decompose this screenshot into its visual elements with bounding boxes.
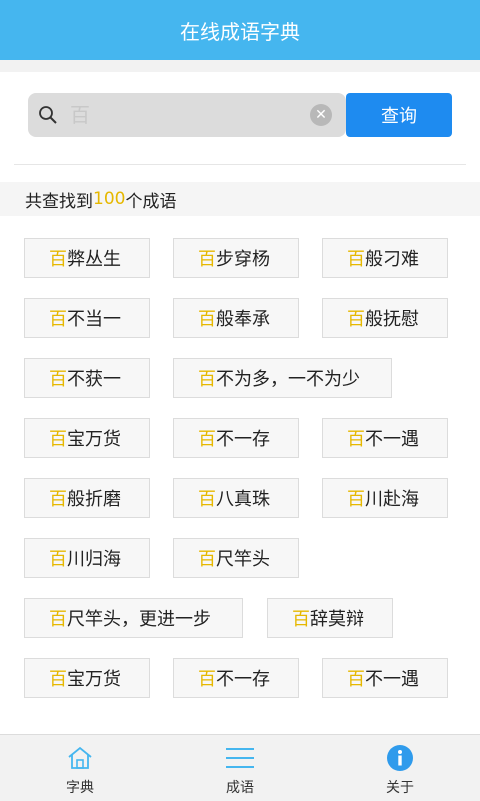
tab-dictionary-label: 字典 <box>66 780 94 796</box>
idiom-chip[interactable]: 百辞莫辩 <box>267 598 393 638</box>
idiom-chip[interactable]: 百般奉承 <box>173 298 299 338</box>
idiom-rest: 不一存 <box>216 429 270 450</box>
idiom-rest: 般奉承 <box>216 309 270 330</box>
idiom-rest: 般折磨 <box>67 489 121 510</box>
tab-about-label: 关于 <box>386 780 414 796</box>
idiom-chip[interactable]: 百尺竿头，更进一步 <box>24 598 243 638</box>
idiom-first-char: 百 <box>198 489 216 510</box>
idiom-rest: 尺竿头，更进一步 <box>67 609 211 630</box>
header-gap <box>0 60 480 72</box>
idiom-first-char: 百 <box>198 669 216 690</box>
idiom-chip[interactable]: 百不一存 <box>173 658 299 698</box>
idiom-first-char: 百 <box>198 369 216 390</box>
app-title: 在线成语字典 <box>180 19 300 44</box>
result-summary-suffix: 个成语 <box>125 191 177 212</box>
idiom-rest: 八真珠 <box>216 489 270 510</box>
idiom-first-char: 百 <box>198 249 216 270</box>
idiom-rest: 步穿杨 <box>216 249 270 270</box>
idiom-rest: 川赴海 <box>365 489 419 510</box>
idiom-rest: 不一遇 <box>365 429 419 450</box>
tab-dictionary[interactable]: 字典 <box>0 735 160 801</box>
idiom-first-char: 百 <box>49 489 67 510</box>
idiom-chip[interactable]: 百不当一 <box>24 298 150 338</box>
idiom-rest: 宝万货 <box>67 669 121 690</box>
idiom-chip[interactable]: 百川赴海 <box>322 478 448 518</box>
clear-icon[interactable]: ✕ <box>310 104 332 126</box>
idiom-rest: 不当一 <box>67 309 121 330</box>
search-input[interactable]: 百 ✕ <box>28 93 346 137</box>
app-header: 在线成语字典 <box>0 0 480 60</box>
idiom-rest: 般抚慰 <box>365 309 419 330</box>
idiom-first-char: 百 <box>198 429 216 450</box>
idiom-rest: 辞莫辩 <box>310 609 364 630</box>
bottom-tab-bar: 字典 成语 关于 <box>0 734 480 801</box>
idiom-chip[interactable]: 百川归海 <box>24 538 150 578</box>
idiom-chip[interactable]: 百般折磨 <box>24 478 150 518</box>
idiom-rest: 不为多，一不为少 <box>216 369 360 390</box>
idiom-first-char: 百 <box>49 309 67 330</box>
idiom-rest: 不获一 <box>67 369 121 390</box>
result-count: 100 <box>93 189 126 209</box>
search-area: 百 ✕ 查询 <box>0 72 480 182</box>
idiom-chip[interactable]: 百尺竿头 <box>173 538 299 578</box>
idiom-first-char: 百 <box>292 609 310 630</box>
idiom-chip[interactable]: 百不获一 <box>24 358 150 398</box>
idiom-rest: 尺竿头 <box>216 549 270 570</box>
idiom-first-char: 百 <box>198 309 216 330</box>
search-divider <box>14 164 466 165</box>
idiom-first-char: 百 <box>49 369 67 390</box>
idiom-rest: 宝万货 <box>67 429 121 450</box>
idiom-rest: 般刁难 <box>365 249 419 270</box>
query-button[interactable]: 查询 <box>346 93 452 137</box>
menu-icon <box>226 748 254 768</box>
idiom-chip[interactable]: 百不一遇 <box>322 418 448 458</box>
idiom-first-char: 百 <box>49 549 67 570</box>
idiom-chip[interactable]: 百般抚慰 <box>322 298 448 338</box>
home-icon <box>68 746 92 769</box>
idiom-first-char: 百 <box>347 249 365 270</box>
idiom-chip[interactable]: 百不为多，一不为少 <box>173 358 392 398</box>
tab-about[interactable]: 关于 <box>320 735 480 801</box>
idiom-chip[interactable]: 百八真珠 <box>173 478 299 518</box>
idiom-rest: 不一遇 <box>365 669 419 690</box>
idiom-first-char: 百 <box>49 249 67 270</box>
idiom-chip[interactable]: 百弊丛生 <box>24 238 150 278</box>
idiom-chip[interactable]: 百般刁难 <box>322 238 448 278</box>
idiom-rest: 川归海 <box>67 549 121 570</box>
result-summary: 共查找到 100 个成语 <box>0 182 480 216</box>
idiom-first-char: 百 <box>49 669 67 690</box>
search-input-value: 百 <box>70 103 90 127</box>
idiom-first-char: 百 <box>347 309 365 330</box>
idiom-first-char: 百 <box>49 609 67 630</box>
idiom-first-char: 百 <box>347 429 365 450</box>
idiom-rest: 不一存 <box>216 669 270 690</box>
idiom-chip[interactable]: 百不一存 <box>173 418 299 458</box>
result-summary-prefix: 共查找到 <box>25 191 93 212</box>
tab-idioms-label: 成语 <box>226 780 254 796</box>
idiom-first-char: 百 <box>347 669 365 690</box>
idiom-chip[interactable]: 百宝万货 <box>24 658 150 698</box>
idiom-chip[interactable]: 百步穿杨 <box>173 238 299 278</box>
idiom-chip[interactable]: 百宝万货 <box>24 418 150 458</box>
info-icon <box>387 745 413 771</box>
idiom-first-char: 百 <box>198 549 216 570</box>
idiom-chip[interactable]: 百不一遇 <box>322 658 448 698</box>
search-icon <box>39 106 57 124</box>
idiom-first-char: 百 <box>49 429 67 450</box>
tab-idioms[interactable]: 成语 <box>160 735 320 801</box>
idiom-rest: 弊丛生 <box>67 249 121 270</box>
idiom-first-char: 百 <box>347 489 365 510</box>
